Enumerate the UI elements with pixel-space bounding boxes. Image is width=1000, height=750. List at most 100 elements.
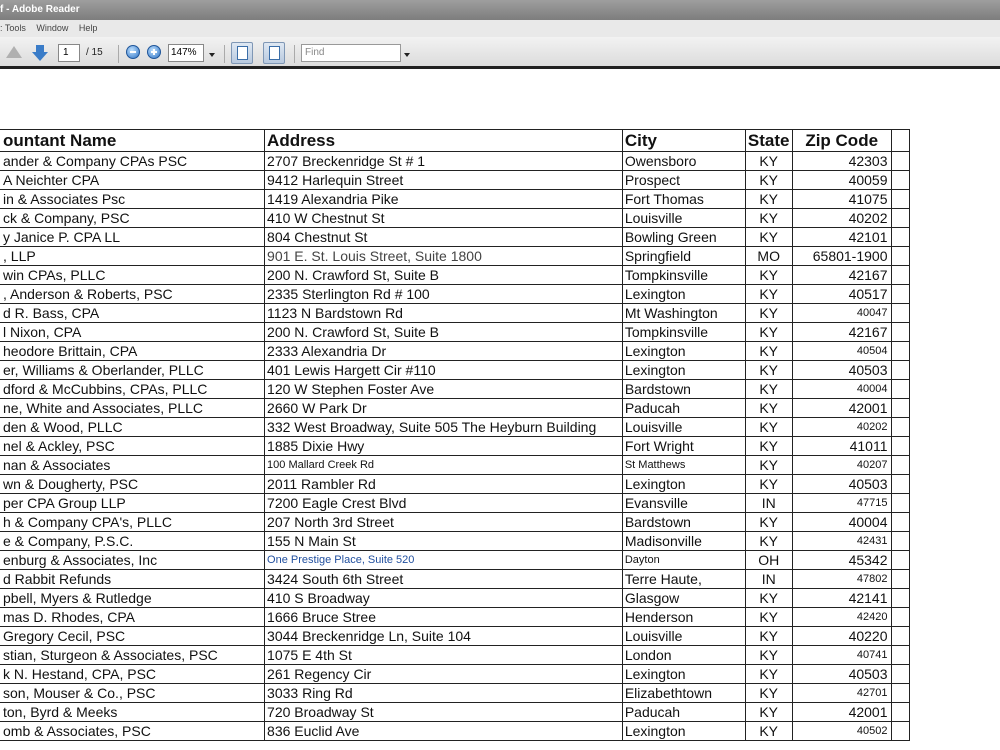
- cell-accountant-name: nel & Ackley, PSC: [0, 436, 266, 456]
- cell-extra: [890, 398, 910, 418]
- cell-zip-code: 42701: [791, 683, 892, 703]
- cell-city: Fort Thomas: [621, 189, 746, 209]
- cell-accountant-name: Gregory Cecil, PSC: [0, 626, 266, 646]
- cell-address: 1666 Bruce Stree: [264, 607, 623, 627]
- zoom-level-input[interactable]: 147%: [168, 44, 204, 62]
- cell-zip-code: 40502: [791, 721, 892, 741]
- cell-state: KY: [744, 531, 793, 551]
- table-row: , LLP 901 E. St. Louis Street, Suite 1800…: [0, 246, 910, 266]
- table-header-row: ountant Name Address City State Zip Code: [0, 129, 910, 152]
- cell-state: KY: [744, 436, 793, 456]
- cell-city: Tompkinsville: [621, 265, 746, 285]
- cell-accountant-name: wn & Dougherty, PSC: [0, 474, 266, 494]
- cell-address: 401 Lewis Hargett Cir #110: [264, 360, 623, 380]
- cell-zip-code: 40220: [791, 626, 892, 646]
- cell-city: Lexington: [621, 341, 746, 361]
- cell-city: Louisville: [621, 417, 746, 437]
- menu-help[interactable]: Help: [79, 23, 98, 33]
- accountant-table: ountant Name Address City State Zip Code…: [0, 129, 910, 741]
- cell-address: 3044 Breckenridge Ln, Suite 104: [264, 626, 623, 646]
- cell-accountant-name: er, Williams & Oberlander, PLLC: [0, 360, 266, 380]
- cell-city: Lexington: [621, 664, 746, 684]
- table-row: ton, Byrd & Meeks 720 Broadway St Paducah K…: [0, 702, 910, 722]
- document-view[interactable]: ountant Name Address City State Zip Code…: [0, 72, 1000, 750]
- cell-accountant-name: k N. Hestand, CPA, PSC: [0, 664, 266, 684]
- cell-address: 100 Mallard Creek Rd: [264, 455, 623, 475]
- cell-city: Dayton: [621, 550, 746, 570]
- cell-city: Henderson: [621, 607, 746, 627]
- cell-zip-code: 40504: [791, 341, 892, 361]
- zoom-dropdown-icon[interactable]: [209, 53, 215, 57]
- page-number-input[interactable]: 1: [58, 44, 80, 62]
- cell-accountant-name: e & Company, P.S.C.: [0, 531, 266, 551]
- table-row: den & Wood, PLLC 332 West Broadway, Suite…: [0, 417, 910, 437]
- cell-zip-code: 42101: [791, 227, 892, 247]
- cell-address: 1419 Alexandria Pike: [264, 189, 623, 209]
- cell-extra: [890, 493, 910, 513]
- cell-extra: [890, 284, 910, 304]
- cell-extra: [890, 550, 910, 570]
- cell-address: 2707 Breckenridge St # 1: [264, 151, 623, 171]
- cell-state: KY: [744, 645, 793, 665]
- cell-city: Lexington: [621, 284, 746, 304]
- cell-state: KY: [744, 455, 793, 475]
- find-dropdown-icon[interactable]: [404, 53, 410, 57]
- menu-tools[interactable]: : Tools: [0, 23, 26, 33]
- table-row: per CPA Group LLP 7200 Eagle Crest Blvd Ev…: [0, 493, 910, 513]
- cell-zip-code: 42303: [791, 151, 892, 171]
- cell-state: KY: [744, 664, 793, 684]
- cell-state: KY: [744, 341, 793, 361]
- fit-width-icon[interactable]: [231, 42, 253, 64]
- cell-address: 207 North 3rd Street: [264, 512, 623, 532]
- cell-address: 3033 Ring Rd: [264, 683, 623, 703]
- cell-accountant-name: , Anderson & Roberts, PSC: [0, 284, 266, 304]
- cell-zip-code: 42141: [791, 588, 892, 608]
- cell-extra: [890, 645, 910, 665]
- find-input[interactable]: Find: [301, 44, 401, 62]
- table-row: d Rabbit Refunds 3424 South 6th Street Ter…: [0, 569, 910, 589]
- cell-extra: [890, 436, 910, 456]
- table-row: l Nixon, CPA 200 N. Crawford St, Suite BT…: [0, 322, 910, 342]
- cell-extra: [890, 474, 910, 494]
- cell-extra: [890, 455, 910, 475]
- cell-accountant-name: win CPAs, PLLC: [0, 265, 266, 285]
- cell-state: KY: [744, 474, 793, 494]
- table-row: k N. Hestand, CPA, PSC 261 Regency Cir Lex…: [0, 664, 910, 684]
- cell-extra: [890, 531, 910, 551]
- fit-page-icon[interactable]: [263, 42, 285, 64]
- toolbar: 1 / 15 147% Find: [0, 37, 1000, 69]
- cell-zip-code: 40517: [791, 284, 892, 304]
- cell-accountant-name: y Janice P. CPA LL: [0, 227, 266, 247]
- next-page-icon[interactable]: [32, 45, 48, 61]
- cell-address: 200 N. Crawford St, Suite B: [264, 265, 623, 285]
- cell-state: KY: [744, 683, 793, 703]
- cell-address: 9412 Harlequin Street: [264, 170, 623, 190]
- table-row: dford & McCubbins, CPAs, PLLC 120 W Steph…: [0, 379, 910, 399]
- cell-accountant-name: ton, Byrd & Meeks: [0, 702, 266, 722]
- cell-state: KY: [744, 398, 793, 418]
- cell-zip-code: 65801-1900: [791, 246, 892, 266]
- cell-city: Owensboro: [621, 151, 746, 171]
- header-state: State: [744, 129, 793, 152]
- zoom-in-icon[interactable]: [147, 45, 161, 59]
- cell-state: KY: [744, 227, 793, 247]
- menu-bar: : Tools Window Help: [0, 20, 1000, 37]
- cell-zip-code: 45342: [791, 550, 892, 570]
- zoom-out-icon[interactable]: [126, 45, 140, 59]
- cell-zip-code: 40741: [791, 645, 892, 665]
- cell-city: Madisonville: [621, 531, 746, 551]
- previous-page-icon[interactable]: [6, 46, 22, 58]
- cell-city: Elizabethtown: [621, 683, 746, 703]
- cell-zip-code: 42167: [791, 265, 892, 285]
- menu-window[interactable]: Window: [36, 23, 68, 33]
- cell-city: Tompkinsville: [621, 322, 746, 342]
- cell-address: One Prestige Place, Suite 520: [264, 550, 623, 570]
- window-title: f - Adobe Reader: [0, 4, 80, 15]
- cell-city: Fort Wright: [621, 436, 746, 456]
- cell-accountant-name: per CPA Group LLP: [0, 493, 266, 513]
- table-row: h & Company CPA's, PLLC 207 North 3rd Str…: [0, 512, 910, 532]
- cell-accountant-name: stian, Sturgeon & Associates, PSC: [0, 645, 266, 665]
- cell-state: KY: [744, 189, 793, 209]
- cell-zip-code: 40503: [791, 664, 892, 684]
- cell-extra: [890, 170, 910, 190]
